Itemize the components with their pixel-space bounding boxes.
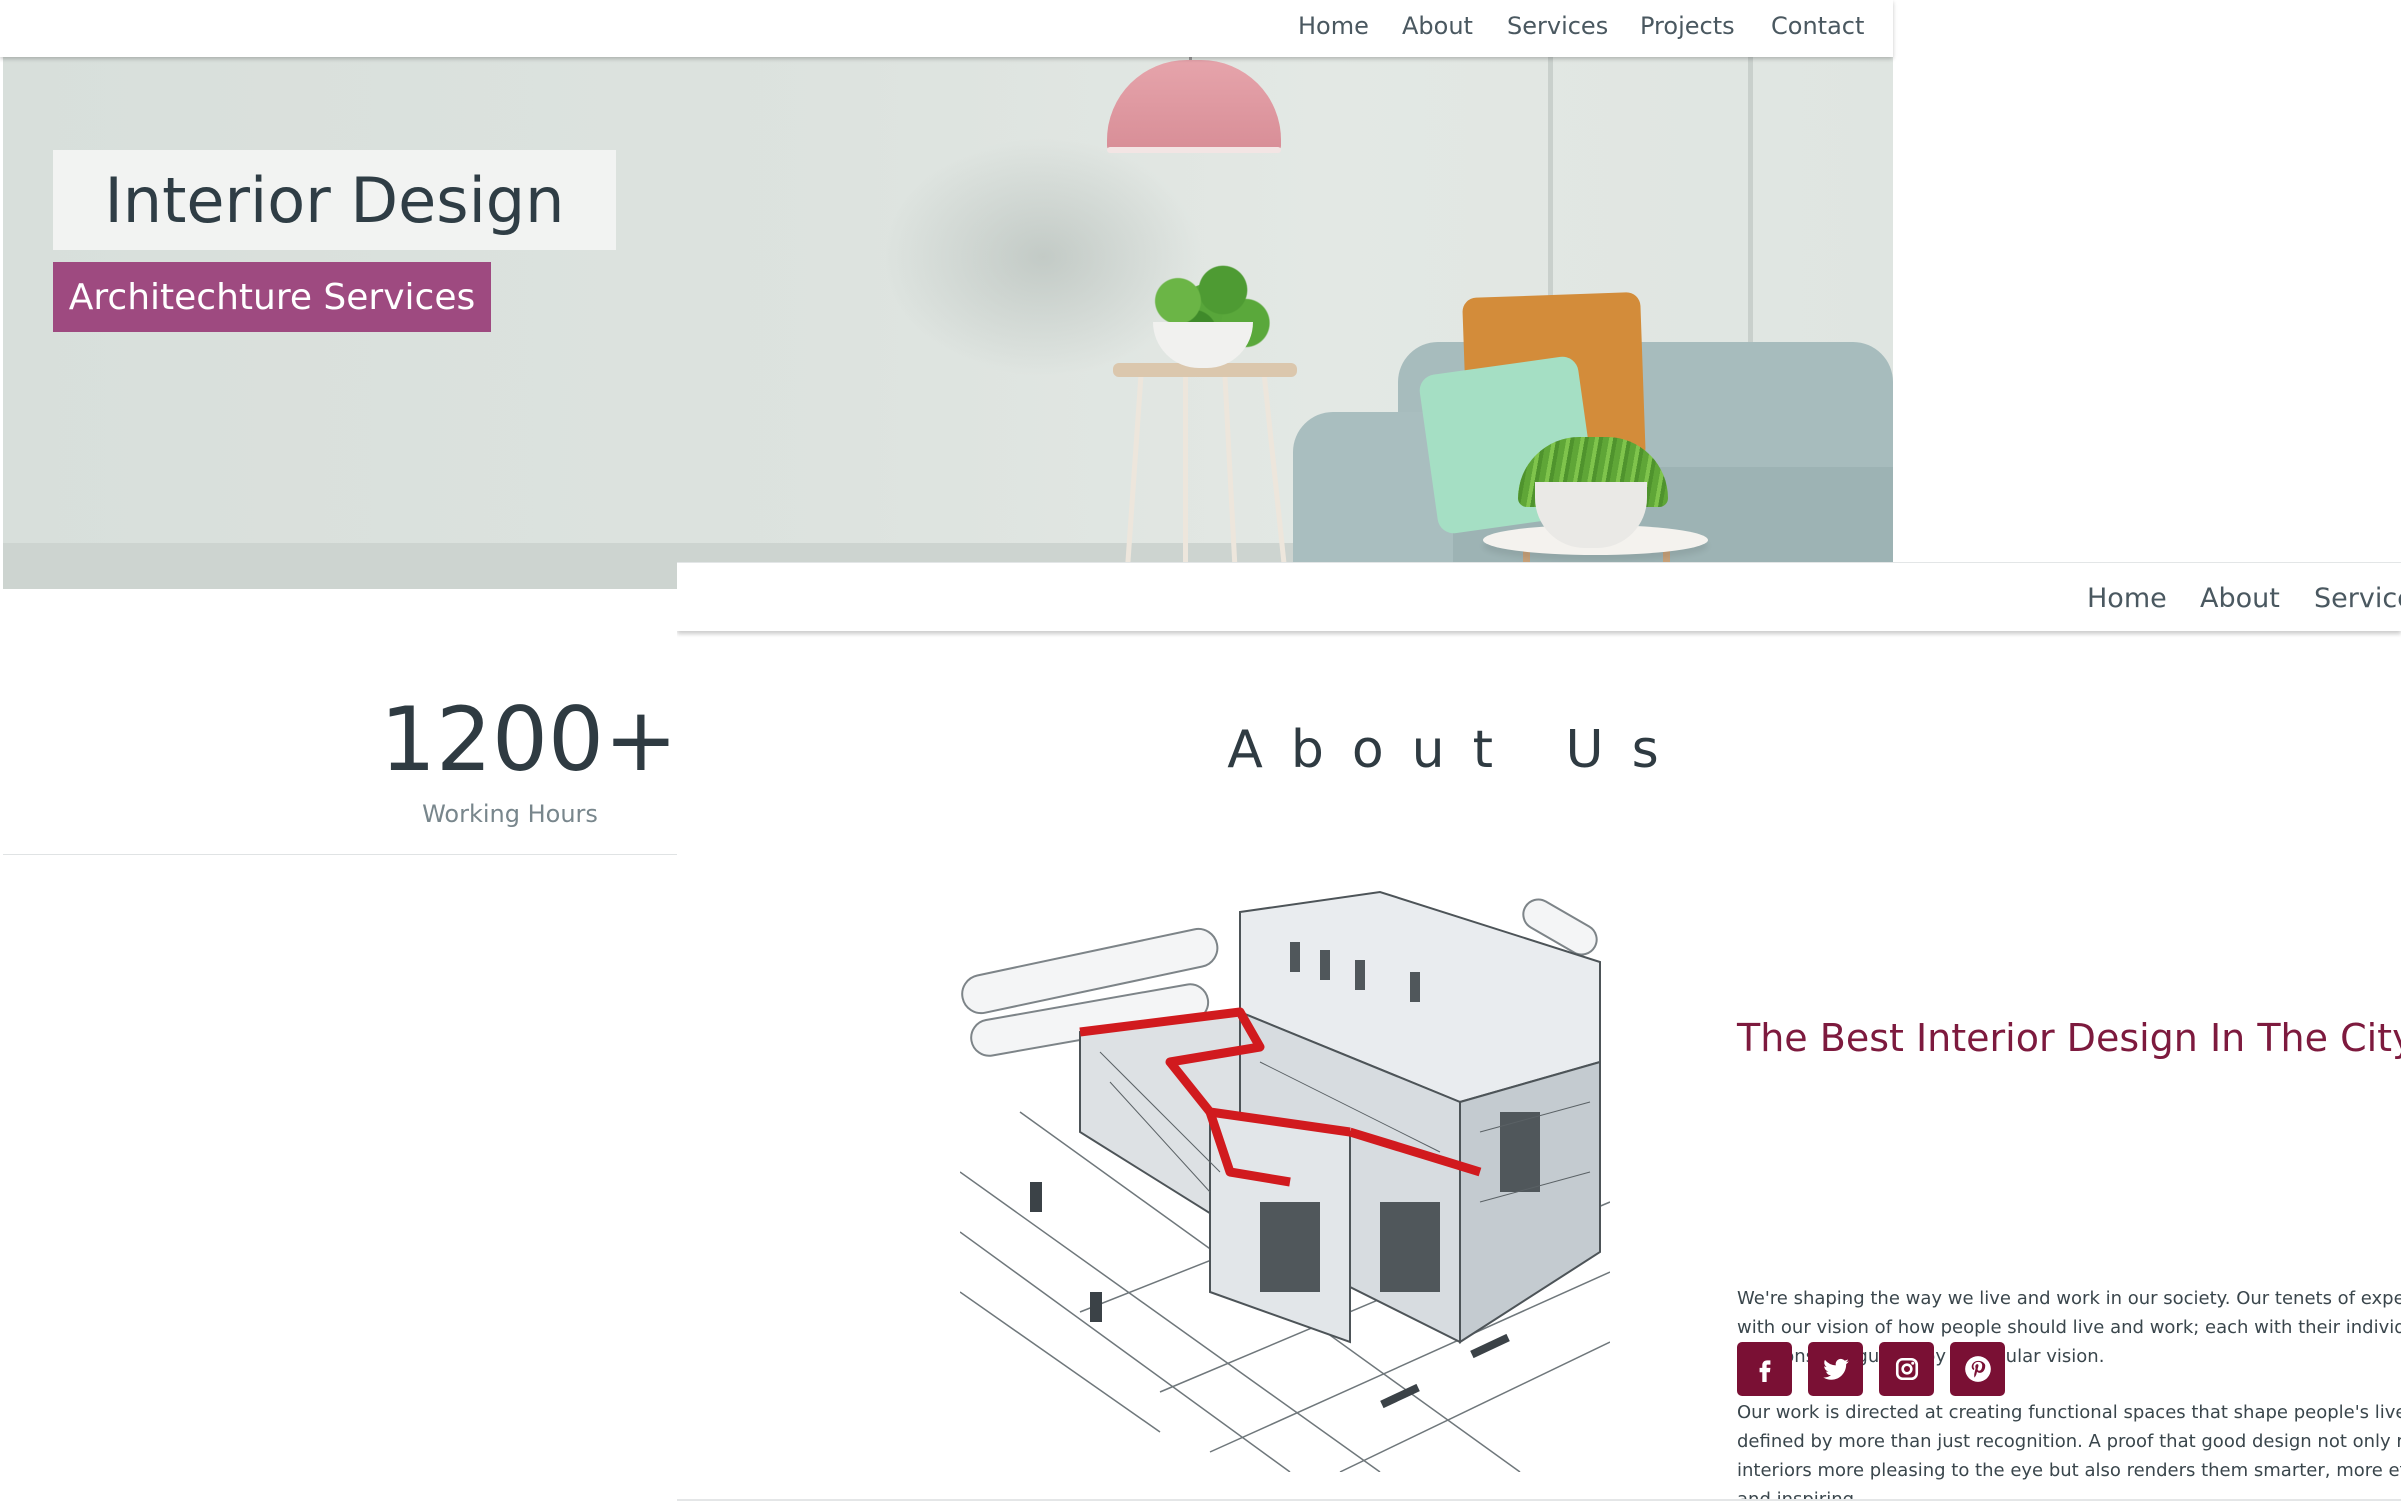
hero-badge: Architechture Services: [53, 262, 491, 332]
facebook-button[interactable]: [1737, 1342, 1792, 1396]
paragraph-line: with our vision of how people should liv…: [1737, 1313, 2401, 1342]
pinterest-button[interactable]: [1950, 1342, 2005, 1396]
stat-label: Working Hours: [360, 800, 660, 828]
side-table-leg: [1183, 375, 1188, 589]
pendant-lamp-rim: [1107, 147, 1281, 153]
twitter-button[interactable]: [1808, 1342, 1863, 1396]
nav-home[interactable]: Home: [1298, 12, 1369, 40]
nav-services[interactable]: Service: [2314, 583, 2401, 614]
top-navbar: Home About Services Projects Contact: [0, 0, 1893, 57]
section-divider: [3, 854, 678, 855]
about-screenshot: Home About Service About Us: [677, 562, 2401, 1501]
paragraph-line: interiors more pleasing to the eye but a…: [1737, 1456, 2401, 1485]
instagram-button[interactable]: [1879, 1342, 1934, 1396]
paragraph-line: We're shaping the way we live and work i…: [1737, 1284, 2401, 1313]
hero-title-box: Interior Design: [53, 150, 616, 250]
stat-number: 1200+: [380, 688, 630, 791]
nav-about[interactable]: About: [1402, 12, 1473, 40]
nav-projects[interactable]: Projects: [1640, 12, 1735, 40]
nav-home[interactable]: Home: [2087, 583, 2167, 614]
wall-panel-line: [1748, 57, 1753, 357]
twitter-icon: [1822, 1355, 1850, 1383]
instagram-icon: [1894, 1356, 1920, 1382]
top-navbar: Home About Service: [677, 562, 2401, 631]
section-title: The Best Interior Design In The City: [1737, 1016, 2401, 1060]
paragraph-line: Our work is directed at creating functio…: [1737, 1398, 2401, 1427]
facebook-icon: [1752, 1356, 1778, 1382]
about-title: About Us: [1207, 720, 1707, 780]
nav-about[interactable]: About: [2200, 583, 2280, 614]
hero-badge-label: Architechture Services: [69, 277, 475, 318]
nav-services[interactable]: Services: [1507, 12, 1608, 40]
hero-title: Interior Design: [105, 164, 565, 237]
pendant-lamp: [1107, 60, 1281, 150]
architecture-sketch-image: [960, 872, 1610, 1472]
pinterest-icon: [1964, 1355, 1992, 1383]
nav-contact[interactable]: Contact: [1771, 12, 1864, 40]
paragraph-line: defined by more than just recognition. A…: [1737, 1427, 2401, 1456]
